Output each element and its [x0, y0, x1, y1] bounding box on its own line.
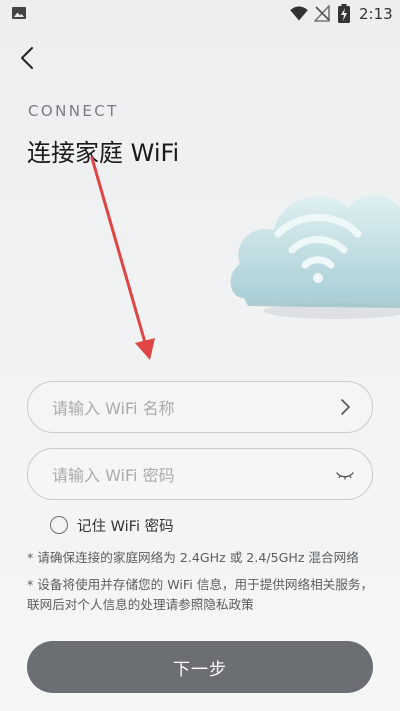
battery-charging-icon	[338, 4, 350, 23]
wifi-cloud-illustration	[230, 194, 400, 319]
wifi-icon	[290, 6, 308, 21]
back-button[interactable]	[12, 42, 44, 74]
wifi-name-input[interactable]	[50, 382, 324, 434]
remember-password-label: 记住 WiFi 密码	[77, 518, 174, 535]
signal-off-icon	[314, 5, 330, 22]
wifi-name-field[interactable]	[27, 381, 373, 434]
chevron-left-icon	[21, 47, 33, 69]
image-icon	[12, 7, 26, 19]
eye-closed-icon[interactable]	[334, 463, 356, 485]
wifi-password-input[interactable]	[50, 449, 324, 501]
remember-password-option[interactable]: 记住 WiFi 密码	[50, 514, 174, 536]
remember-password-radio[interactable]	[50, 516, 68, 534]
status-bar: 2:13	[0, 0, 400, 28]
status-time: 2:13	[359, 5, 393, 23]
wifi-password-field[interactable]	[27, 448, 373, 501]
chevron-right-icon[interactable]	[334, 396, 356, 418]
next-button[interactable]: 下一步	[27, 641, 373, 693]
privacy-note: * 设备将使用并存储您的 WiFi 信息，用于提供网络相关服务，联网后对个人信息…	[27, 577, 374, 612]
network-requirement-note: * 请确保连接的家庭网络为 2.4GHz 或 2.4/5GHz 混合网络	[27, 550, 359, 565]
annotation-arrow	[90, 156, 155, 360]
page-eyebrow: CONNECT	[28, 102, 119, 120]
